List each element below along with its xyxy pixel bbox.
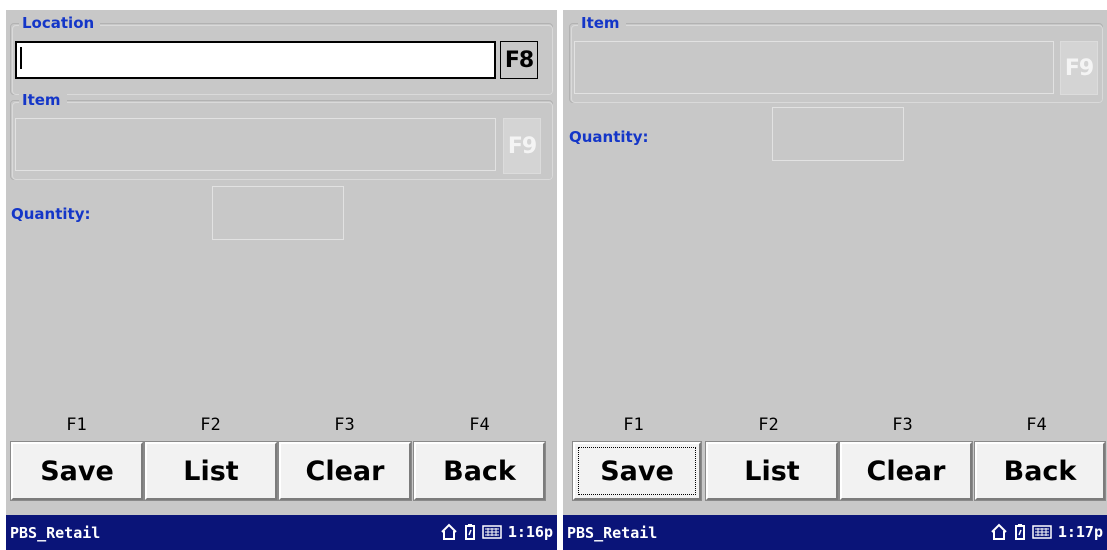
list-button[interactable]: List (144, 441, 278, 501)
taskbar: PBS_Retail 1:17p (563, 515, 1107, 550)
location-lookup-f8-button[interactable]: F8 (500, 41, 538, 79)
save-button[interactable]: Save (10, 441, 144, 501)
fn-label-f4: F4 (1026, 415, 1047, 435)
keyboard-icon[interactable] (482, 523, 502, 541)
fn-label-f2: F2 (758, 415, 779, 435)
back-button[interactable]: Back (413, 441, 546, 501)
quantity-input[interactable] (772, 107, 904, 161)
item-label: Item (578, 14, 626, 32)
keyboard-icon[interactable] (1032, 523, 1052, 541)
item-input[interactable] (574, 41, 1054, 94)
quantity-label: Quantity: (569, 128, 649, 146)
fn-label-f2: F2 (200, 415, 221, 435)
item-lookup-f9-button[interactable]: F9 (1060, 41, 1098, 95)
fn-label-f1: F1 (66, 415, 87, 435)
device-screen-2: Item F9 Quantity: F1 F2 F3 F4 Save List … (563, 10, 1107, 550)
location-input[interactable] (15, 41, 496, 79)
system-tray: 1:16p (440, 521, 553, 543)
taskbar-app-name[interactable]: PBS_Retail (10, 524, 100, 542)
taskbar-clock[interactable]: 1:16p (508, 521, 553, 543)
item-input[interactable] (15, 118, 496, 171)
system-tray: 1:17p (990, 521, 1103, 543)
device-screen-1: Location F8 Item F9 Quantity: F1 F2 F3 F… (6, 10, 557, 550)
save-button[interactable]: Save (572, 441, 702, 501)
location-label: Location (19, 14, 101, 32)
list-button[interactable]: List (705, 441, 839, 501)
home-icon[interactable] (440, 523, 458, 541)
taskbar-app-name[interactable]: PBS_Retail (567, 524, 657, 542)
fn-label-f1: F1 (623, 415, 644, 435)
focus-rectangle (578, 447, 696, 495)
battery-icon[interactable] (1014, 523, 1026, 541)
location-group: Location F8 (10, 14, 553, 95)
item-label: Item (19, 91, 67, 109)
fn-label-f3: F3 (892, 415, 913, 435)
taskbar: PBS_Retail 1:16p (6, 515, 557, 550)
text-caret (20, 47, 22, 69)
back-button[interactable]: Back (974, 441, 1106, 501)
home-icon[interactable] (990, 523, 1008, 541)
quantity-input[interactable] (212, 186, 344, 240)
clear-button[interactable]: Clear (839, 441, 973, 501)
item-group: Item F9 (10, 91, 553, 180)
quantity-label: Quantity: (11, 205, 91, 223)
battery-icon[interactable] (464, 523, 476, 541)
item-group: Item F9 (569, 14, 1103, 103)
clear-button[interactable]: Clear (278, 441, 412, 501)
fn-label-f3: F3 (334, 415, 355, 435)
item-lookup-f9-button[interactable]: F9 (503, 118, 541, 174)
fn-label-f4: F4 (469, 415, 490, 435)
taskbar-clock[interactable]: 1:17p (1058, 521, 1103, 543)
